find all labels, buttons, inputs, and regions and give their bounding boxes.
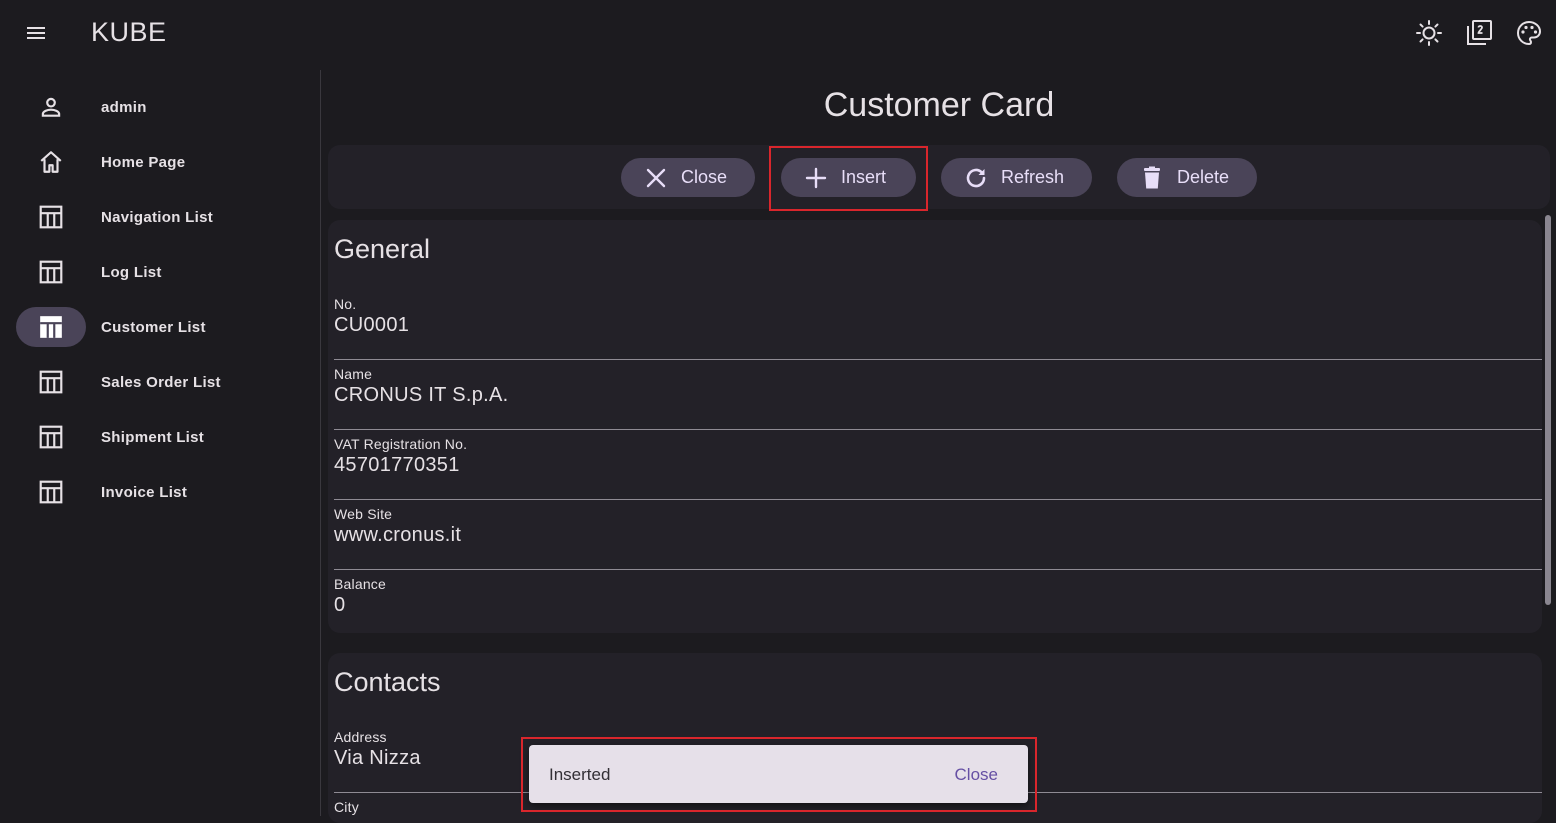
- general-section-title: General: [334, 234, 431, 264]
- sidebar-item-label: Sales Order List: [101, 373, 221, 391]
- navigation-drawer: admin Home Page Navigation List Log List…: [0, 70, 321, 816]
- palette-icon: [1515, 19, 1543, 52]
- content-scrollbar[interactable]: [1545, 215, 1551, 605]
- table-icon: [16, 472, 86, 512]
- table-icon: [16, 252, 86, 292]
- field-value: CU0001: [334, 314, 410, 336]
- page-title: Customer Card: [823, 86, 1055, 124]
- field-label: No.: [334, 296, 357, 312]
- menu-button[interactable]: [18, 17, 54, 53]
- action-toolbar: Close Insert Refresh Delete: [328, 145, 1550, 209]
- sidebar-item-shipment-list[interactable]: Shipment List: [16, 417, 306, 457]
- refresh-icon: [963, 165, 989, 191]
- menu-icon: [24, 21, 48, 50]
- close-icon: [643, 165, 669, 191]
- sidebar-item-label: Log List: [101, 263, 162, 281]
- sidebar-item-customer-list[interactable]: Customer List: [16, 307, 306, 347]
- sidebar-item-label: Home Page: [101, 153, 186, 171]
- field-label: VAT Registration No.: [334, 436, 468, 452]
- snackbar-message: Inserted: [549, 765, 611, 784]
- theme-toggle-button[interactable]: [1410, 16, 1448, 54]
- sidebar-item-navigation-list[interactable]: Navigation List: [16, 197, 306, 237]
- field-vat-registration-no[interactable]: VAT Registration No. 45701770351: [334, 430, 1542, 500]
- field-no[interactable]: No. CU0001: [334, 290, 1542, 360]
- top-app-bar: KUBE: [0, 0, 1556, 70]
- field-value: CRONUS IT S.p.A.: [334, 384, 509, 406]
- brightness-icon: [1415, 19, 1443, 52]
- sidebar-item-label: Shipment List: [101, 428, 205, 446]
- insert-button-label: Insert: [841, 167, 887, 187]
- field-balance[interactable]: Balance 0: [334, 570, 1542, 633]
- sidebar-item-log-list[interactable]: Log List: [16, 252, 306, 292]
- app-title: KUBE: [91, 17, 167, 47]
- sidebar-item-label: Navigation List: [101, 208, 214, 226]
- palette-button[interactable]: [1510, 16, 1548, 54]
- field-label: Address: [334, 729, 387, 745]
- refresh-button-label: Refresh: [1001, 167, 1065, 187]
- general-section: General No. CU0001 Name CRONUS IT S.p.A.…: [328, 220, 1542, 633]
- delete-button[interactable]: Delete: [1117, 158, 1257, 197]
- main-content: Customer Card Close Insert Refresh Delet…: [322, 70, 1556, 823]
- field-label: Name: [334, 366, 373, 382]
- field-label: Web Site: [334, 506, 393, 522]
- field-value: Via Nizza: [334, 747, 421, 769]
- contacts-section-title: Contacts: [334, 667, 441, 697]
- field-label: Balance: [334, 576, 386, 592]
- sidebar-item-sales-order-list[interactable]: Sales Order List: [16, 362, 306, 402]
- filter-button[interactable]: [1460, 16, 1498, 54]
- sidebar-item-home-page[interactable]: Home Page: [16, 142, 306, 182]
- sidebar-item-admin[interactable]: admin: [16, 87, 306, 127]
- sidebar-item-label: Customer List: [101, 318, 206, 336]
- trash-icon: [1139, 165, 1165, 191]
- field-name[interactable]: Name CRONUS IT S.p.A.: [334, 360, 1542, 430]
- add-icon: [803, 165, 829, 191]
- home-icon: [16, 142, 86, 182]
- snackbar: Inserted Close: [529, 745, 1028, 803]
- field-value: www.cronus.it: [334, 524, 462, 546]
- table-icon: [16, 307, 86, 347]
- table-icon: [16, 197, 86, 237]
- sidebar-item-invoice-list[interactable]: Invoice List: [16, 472, 306, 512]
- close-button-label: Close: [681, 167, 728, 187]
- refresh-button[interactable]: Refresh: [941, 158, 1092, 197]
- close-button[interactable]: Close: [621, 158, 755, 197]
- field-value: 0: [334, 594, 346, 616]
- table-icon: [16, 417, 86, 457]
- filter-2-icon: [1464, 18, 1494, 53]
- delete-button-label: Delete: [1177, 167, 1230, 187]
- sidebar-item-label: admin: [101, 98, 147, 116]
- field-value: 45701770351: [334, 454, 460, 476]
- snackbar-close-button[interactable]: Close: [955, 765, 998, 785]
- field-label: City: [334, 799, 359, 815]
- person-icon: [16, 87, 86, 127]
- field-web-site[interactable]: Web Site www.cronus.it: [334, 500, 1542, 570]
- insert-button[interactable]: Insert: [781, 158, 916, 197]
- sidebar-item-label: Invoice List: [101, 483, 188, 501]
- table-icon: [16, 362, 86, 402]
